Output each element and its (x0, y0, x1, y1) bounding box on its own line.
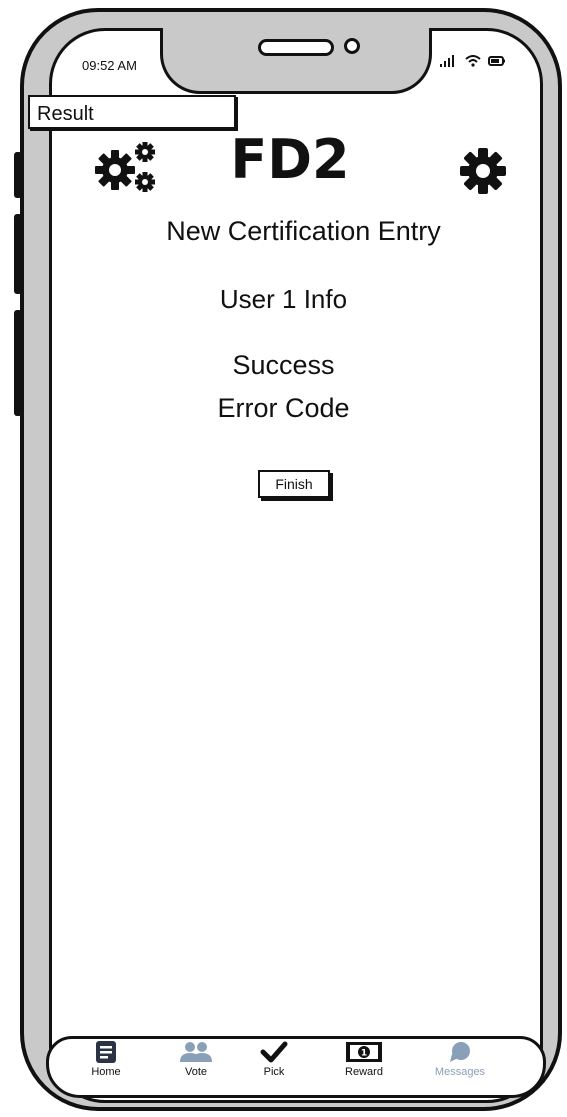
tab-label: Home (91, 1066, 121, 1078)
error-code-label: Error Code (217, 393, 350, 423)
notch (160, 28, 432, 94)
app-title: FD2 (230, 128, 350, 191)
tab-home[interactable]: Home (70, 1040, 142, 1078)
gears-icon[interactable] (91, 140, 159, 196)
tab-label: Pick (263, 1066, 285, 1078)
speaker (258, 39, 334, 56)
screen-name-tab: Result (28, 95, 236, 129)
wifi-icon (465, 55, 481, 67)
tab-messages[interactable]: Messages (424, 1040, 496, 1078)
mute-switch (14, 152, 22, 198)
signal-icon (440, 55, 454, 67)
status-time: 09:52 AM (82, 58, 137, 73)
settings-icon[interactable] (458, 146, 508, 196)
status-icons (440, 55, 506, 67)
tab-pick[interactable]: Pick (238, 1040, 310, 1078)
tab-label: Vote (184, 1066, 208, 1078)
tab-vote[interactable]: Vote (160, 1040, 232, 1078)
camera (344, 38, 360, 54)
tab-reward[interactable]: 1 Reward (328, 1040, 400, 1078)
home-icon (96, 1041, 116, 1063)
chat-icon (450, 1042, 470, 1062)
check-icon (260, 1041, 288, 1063)
user-info-label: User 1 Info (219, 284, 348, 314)
svg-text:1: 1 (361, 1049, 367, 1059)
battery-icon (488, 56, 505, 66)
tab-label: Reward (345, 1066, 383, 1078)
tab-label: Messages (434, 1066, 486, 1078)
result-status: Success (232, 350, 335, 380)
reward-icon: 1 (346, 1042, 382, 1062)
users-icon (180, 1042, 212, 1062)
page-subtitle: New Certification Entry (166, 216, 441, 246)
finish-button[interactable]: Finish (258, 470, 330, 498)
